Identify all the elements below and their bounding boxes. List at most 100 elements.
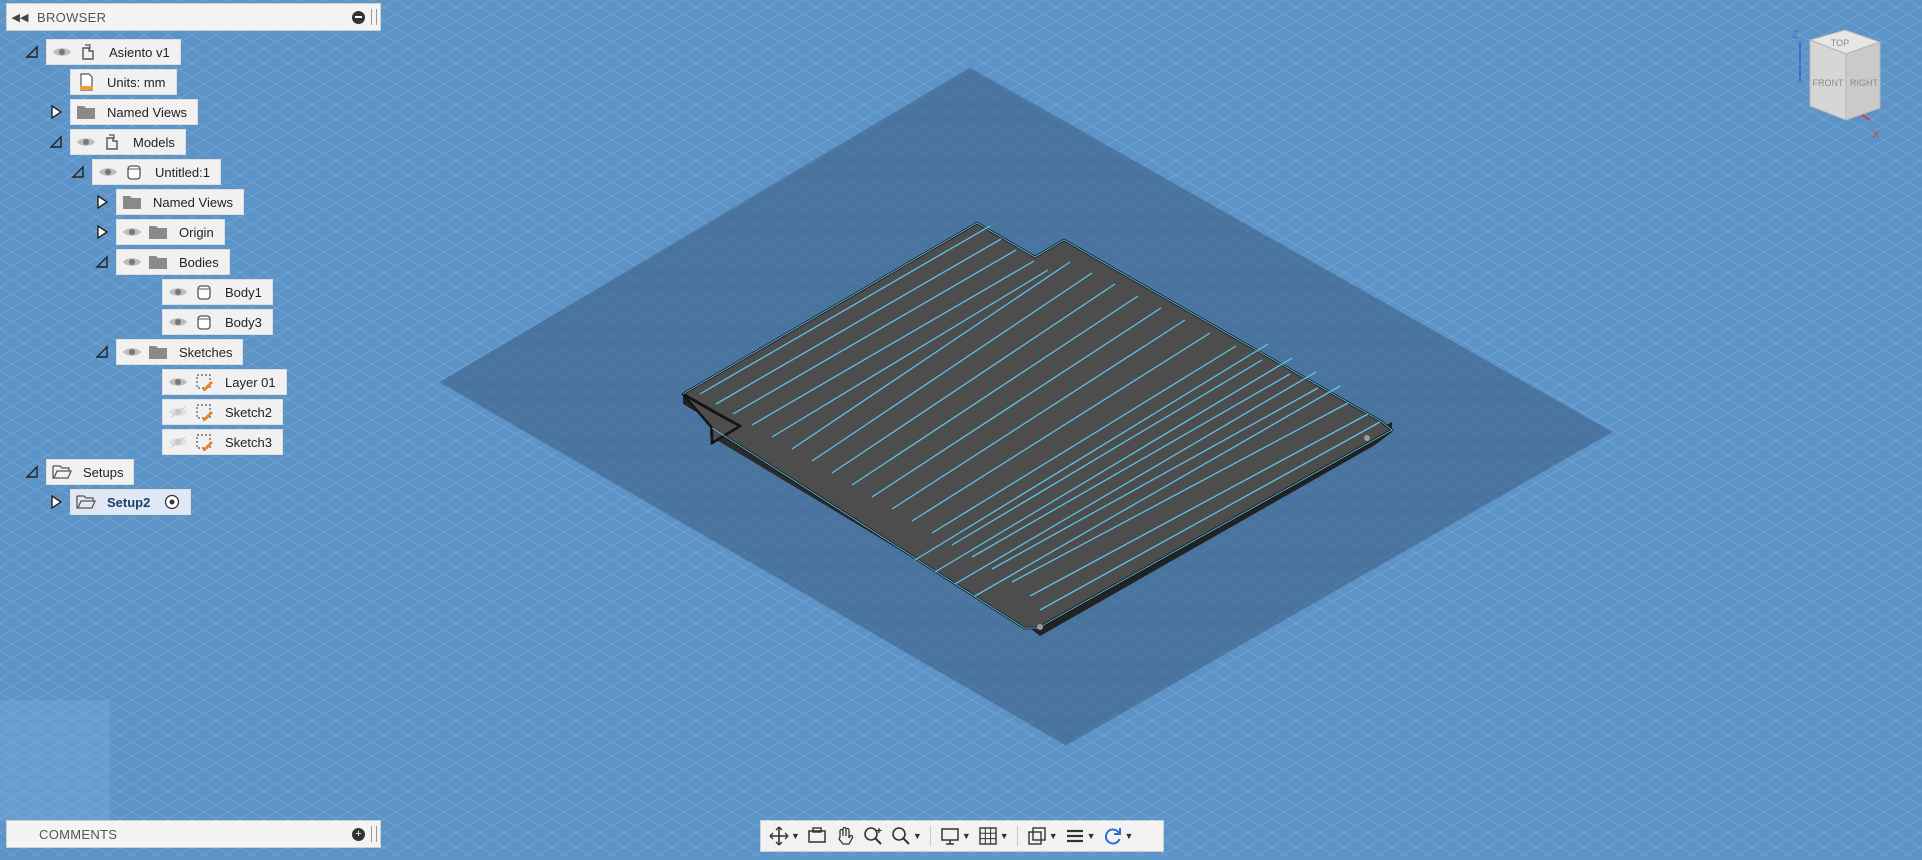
sketch-icon — [193, 372, 215, 392]
tree-row[interactable]: Body3 — [140, 309, 273, 335]
tree-node[interactable]: Models — [70, 129, 186, 155]
tree-label: Sketch3 — [225, 434, 272, 450]
active-setup-icon[interactable] — [164, 494, 180, 510]
orbit-button[interactable]: ▼ — [765, 822, 803, 850]
comments-title: COMMENTS — [39, 826, 118, 842]
tree-row[interactable]: Untitled:1 — [70, 159, 221, 185]
collapse-panel-icon[interactable]: ◀◀ — [7, 11, 33, 24]
tree-node[interactable]: Named Views — [116, 189, 244, 215]
viewcube-front-label: FRONT — [1813, 78, 1844, 88]
refresh-button[interactable]: ▼ — [1099, 822, 1137, 850]
eye-icon[interactable] — [121, 222, 143, 242]
browser-title: BROWSER — [37, 9, 107, 25]
tree-row[interactable]: Units: mm — [48, 69, 177, 95]
collapsed-triangle-icon[interactable] — [48, 494, 64, 510]
tree-row[interactable]: Bodies — [94, 249, 230, 275]
tree-node[interactable]: Asiento v1 — [46, 39, 181, 65]
sketch-icon — [193, 432, 215, 452]
tree-row[interactable]: Layer 01 — [140, 369, 287, 395]
browser-header[interactable]: ◀◀ BROWSER — [6, 3, 381, 31]
tree-node[interactable]: Sketches — [116, 339, 244, 365]
expanded-triangle-icon[interactable] — [48, 134, 64, 150]
tree-label: Untitled:1 — [155, 164, 210, 180]
eye-icon[interactable] — [121, 252, 143, 272]
folder-icon — [147, 252, 169, 272]
tree-row[interactable]: Sketch2 — [140, 399, 283, 425]
panel-grip-icon[interactable] — [371, 9, 377, 25]
pan-button[interactable] — [831, 822, 859, 850]
expanded-triangle-icon[interactable] — [94, 344, 110, 360]
tree-label: Layer 01 — [225, 374, 276, 390]
tree-label: Setups — [83, 464, 124, 480]
eye-icon[interactable] — [167, 312, 189, 332]
axis-z-label: Z — [1792, 29, 1799, 41]
tree-row[interactable]: Asiento v1 — [24, 39, 181, 65]
look-at-icon — [808, 827, 826, 843]
eye-hidden-icon[interactable] — [167, 432, 189, 452]
tree-label: Body1 — [225, 284, 262, 300]
add-comment-icon[interactable]: + — [352, 827, 365, 841]
collapsed-triangle-icon[interactable] — [94, 224, 110, 240]
tree-row[interactable]: Sketch3 — [140, 429, 283, 455]
eye-icon[interactable] — [121, 342, 143, 362]
axis-x-label: X — [1872, 129, 1880, 140]
tree-label: Bodies — [179, 254, 219, 270]
expanded-triangle-icon[interactable] — [94, 254, 110, 270]
eye-icon[interactable] — [75, 132, 97, 152]
render-artifact — [0, 700, 110, 820]
expanded-triangle-icon[interactable] — [24, 464, 40, 480]
tree-node[interactable]: Origin — [116, 219, 225, 245]
collapsed-triangle-icon[interactable] — [94, 194, 110, 210]
tree-row[interactable]: Body1 — [140, 279, 273, 305]
component-icon — [77, 42, 99, 62]
viewports-button[interactable]: ▼ — [1023, 822, 1061, 850]
eye-hidden-icon[interactable] — [167, 402, 189, 422]
tree-node[interactable]: Setups — [46, 459, 135, 485]
viewcube-right-label: RIGHT — [1850, 78, 1879, 88]
tree-row[interactable]: Named Views — [94, 189, 244, 215]
display-settings-button[interactable]: ▼ — [936, 822, 974, 850]
zoom-button[interactable] — [859, 822, 887, 850]
tree-node[interactable]: Setup2 — [70, 489, 192, 515]
panel-grip-icon[interactable] — [371, 826, 377, 842]
tree-label: Asiento v1 — [109, 44, 170, 60]
tree-label: Setup2 — [107, 494, 151, 510]
tree-node[interactable]: Untitled:1 — [92, 159, 221, 185]
component-icon — [101, 132, 123, 152]
tree-row[interactable]: Models — [48, 129, 186, 155]
tree-node[interactable]: Bodies — [116, 249, 230, 275]
collapsed-triangle-icon[interactable] — [48, 104, 64, 120]
body-icon — [193, 282, 215, 302]
minimize-icon[interactable] — [352, 10, 365, 24]
eye-icon[interactable] — [97, 162, 119, 182]
tree-node[interactable]: Sketch3 — [162, 429, 283, 455]
tree-node[interactable]: Units: mm — [70, 69, 177, 95]
grid-button[interactable]: ▼ — [974, 822, 1012, 850]
tree-node[interactable]: Body1 — [162, 279, 273, 305]
viewcube[interactable]: TOP FRONT RIGHT Z X — [1780, 20, 1900, 141]
tree-node[interactable]: Named Views — [70, 99, 198, 125]
folder-icon — [121, 192, 143, 212]
expanded-triangle-icon[interactable] — [70, 164, 86, 180]
layers-button[interactable]: ▼ — [1061, 822, 1099, 850]
3d-viewport[interactable] — [0, 0, 1922, 857]
eye-icon[interactable] — [167, 372, 189, 392]
display-settings-icon — [941, 828, 959, 845]
look-at-button[interactable] — [803, 822, 831, 850]
tree-row[interactable]: Named Views — [48, 99, 198, 125]
comments-bar[interactable]: COMMENTS + — [6, 820, 381, 848]
orbit-icon — [769, 826, 789, 846]
tree-node[interactable]: Body3 — [162, 309, 273, 335]
zoom-window-button[interactable]: ▼ — [887, 822, 925, 850]
tree-row[interactable]: Origin — [94, 219, 225, 245]
tree-node[interactable]: Layer 01 — [162, 369, 287, 395]
tree-row[interactable]: Setup2 — [48, 489, 192, 515]
tree-label: Origin — [179, 224, 214, 240]
eye-icon[interactable] — [167, 282, 189, 302]
tree-row[interactable]: Sketches — [94, 339, 244, 365]
layers-icon — [1066, 829, 1083, 843]
eye-icon[interactable] — [51, 42, 73, 62]
expanded-triangle-icon[interactable] — [24, 44, 40, 60]
tree-row[interactable]: Setups — [24, 459, 135, 485]
tree-node[interactable]: Sketch2 — [162, 399, 283, 425]
